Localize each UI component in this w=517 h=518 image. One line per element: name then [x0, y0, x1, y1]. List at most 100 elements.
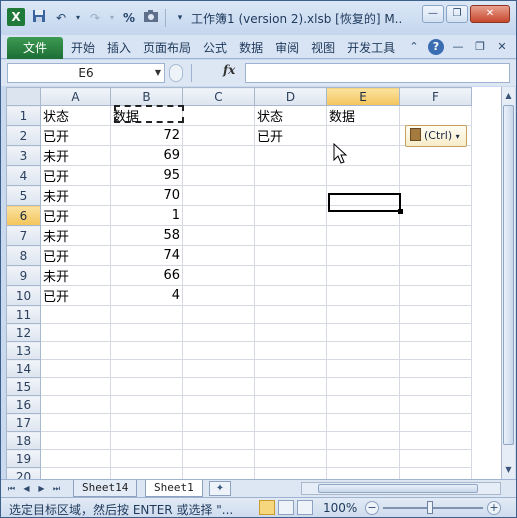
row-header[interactable]: 19: [6, 449, 41, 468]
cell-a19[interactable]: [40, 449, 111, 468]
tab-insert[interactable]: 插入: [107, 39, 131, 57]
close-button[interactable]: ✕: [470, 5, 510, 23]
page-layout-view-icon[interactable]: [278, 500, 294, 515]
workbook-restore-icon[interactable]: ❐: [472, 39, 488, 55]
excel-app-icon[interactable]: X: [7, 8, 25, 26]
cell-e6[interactable]: [326, 205, 400, 226]
cell-c2[interactable]: [182, 125, 255, 146]
cell-f14[interactable]: [399, 359, 472, 378]
cell-c4[interactable]: [182, 165, 255, 186]
row-header[interactable]: 12: [6, 323, 41, 342]
cell-a7[interactable]: 未开: [40, 225, 111, 246]
cell-d1[interactable]: 状态: [254, 105, 327, 126]
cell-c10[interactable]: [182, 285, 255, 306]
cell-c1[interactable]: [182, 105, 255, 126]
zoom-slider-thumb[interactable]: [427, 501, 433, 514]
redo-dropdown-icon[interactable]: ▾: [109, 9, 115, 27]
cell-f12[interactable]: [399, 323, 472, 342]
cell-a6[interactable]: 已开: [40, 205, 111, 226]
cell-d4[interactable]: [254, 165, 327, 186]
cell-e15[interactable]: [326, 377, 400, 396]
cell-e11[interactable]: [326, 305, 400, 324]
cell-d9[interactable]: [254, 265, 327, 286]
save-icon[interactable]: [31, 9, 47, 27]
cell-a3[interactable]: 未开: [40, 145, 111, 166]
customize-qat-icon[interactable]: ▾: [172, 9, 188, 27]
worksheet-grid[interactable]: ABCDEF 1 状态 数据 状态 数据 2 已开 72 已开 3 未开 69 4 已开 95 5 未开 70 6 已…: [6, 87, 501, 479]
scroll-down-icon[interactable]: ▼: [503, 463, 514, 477]
cell-d17[interactable]: [254, 413, 327, 432]
row-header[interactable]: 4: [6, 165, 41, 186]
sheet-tab-sheet1[interactable]: Sheet1: [145, 480, 203, 497]
cell-e12[interactable]: [326, 323, 400, 342]
next-sheet-icon[interactable]: ▶: [35, 482, 48, 495]
cell-b16[interactable]: [110, 395, 183, 414]
column-header-c[interactable]: C: [182, 87, 255, 106]
cell-d5[interactable]: [254, 185, 327, 206]
row-header[interactable]: 14: [6, 359, 41, 378]
cell-f8[interactable]: [399, 245, 472, 266]
row-header[interactable]: 1: [6, 105, 41, 126]
first-sheet-icon[interactable]: ⏮: [5, 482, 18, 495]
cell-a17[interactable]: [40, 413, 111, 432]
cell-f5[interactable]: [399, 185, 472, 206]
cell-e16[interactable]: [326, 395, 400, 414]
cell-f10[interactable]: [399, 285, 472, 306]
cell-e13[interactable]: [326, 341, 400, 360]
cell-b19[interactable]: [110, 449, 183, 468]
cell-f6[interactable]: [399, 205, 472, 226]
tab-view[interactable]: 视图: [311, 39, 335, 57]
row-header[interactable]: 8: [6, 245, 41, 266]
cell-f1[interactable]: [399, 105, 472, 126]
column-header-f[interactable]: F: [399, 87, 472, 106]
scroll-up-icon[interactable]: ▲: [503, 89, 514, 103]
cell-f20[interactable]: [399, 467, 472, 479]
row-header[interactable]: 6: [6, 205, 41, 226]
cell-b20[interactable]: [110, 467, 183, 479]
minimize-button[interactable]: —: [422, 5, 444, 23]
cell-b7[interactable]: 58: [110, 225, 183, 246]
cell-b8[interactable]: 74: [110, 245, 183, 266]
workbook-minimize-icon[interactable]: —: [450, 39, 466, 55]
cell-d19[interactable]: [254, 449, 327, 468]
cell-f4[interactable]: [399, 165, 472, 186]
cell-c7[interactable]: [182, 225, 255, 246]
cell-f16[interactable]: [399, 395, 472, 414]
formula-cancel-icon[interactable]: [169, 64, 183, 82]
cell-f15[interactable]: [399, 377, 472, 396]
cell-a8[interactable]: 已开: [40, 245, 111, 266]
column-header-b[interactable]: B: [110, 87, 183, 106]
cell-c19[interactable]: [182, 449, 255, 468]
cell-c16[interactable]: [182, 395, 255, 414]
row-header[interactable]: 13: [6, 341, 41, 360]
chevron-down-icon[interactable]: ▼: [155, 64, 161, 82]
cell-b14[interactable]: [110, 359, 183, 378]
cell-d6[interactable]: [254, 205, 327, 226]
vertical-scroll-thumb[interactable]: [503, 105, 514, 445]
cell-d14[interactable]: [254, 359, 327, 378]
row-header[interactable]: 5: [6, 185, 41, 206]
tab-formulas[interactable]: 公式: [203, 39, 227, 57]
cell-b13[interactable]: [110, 341, 183, 360]
cell-d18[interactable]: [254, 431, 327, 450]
tab-home[interactable]: 开始: [71, 39, 95, 57]
redo-icon[interactable]: ↷: [87, 9, 103, 27]
camera-icon[interactable]: [143, 9, 159, 27]
tab-page-layout[interactable]: 页面布局: [143, 39, 191, 57]
vertical-scrollbar[interactable]: ▲ ▼: [501, 87, 515, 479]
column-header-a[interactable]: A: [40, 87, 111, 106]
row-header[interactable]: 16: [6, 395, 41, 414]
cell-b2[interactable]: 72: [110, 125, 183, 146]
column-header-d[interactable]: D: [254, 87, 327, 106]
paste-options-button[interactable]: (Ctrl) ▾: [405, 125, 467, 147]
cell-c17[interactable]: [182, 413, 255, 432]
cell-c12[interactable]: [182, 323, 255, 342]
cell-c8[interactable]: [182, 245, 255, 266]
horizontal-scrollbar[interactable]: [301, 482, 501, 495]
undo-dropdown-icon[interactable]: ▾: [75, 9, 81, 27]
cell-e18[interactable]: [326, 431, 400, 450]
cell-b15[interactable]: [110, 377, 183, 396]
cell-e9[interactable]: [326, 265, 400, 286]
cell-c9[interactable]: [182, 265, 255, 286]
tab-file[interactable]: 文件: [7, 37, 63, 59]
